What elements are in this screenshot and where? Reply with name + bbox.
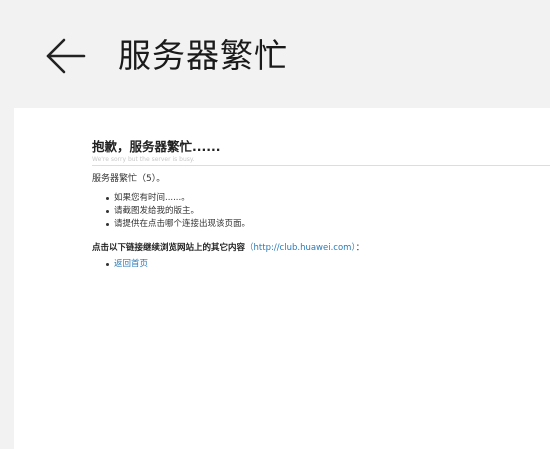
divider: [92, 165, 550, 166]
web-content: 抱歉，服务器繁忙...... We're sorry but the serve…: [14, 108, 550, 449]
arrow-left-icon: [46, 38, 86, 74]
error-content: 抱歉，服务器繁忙...... We're sorry but the serve…: [92, 138, 550, 271]
continue-text: 点击以下链接继续浏览网站上的其它内容: [92, 243, 246, 253]
tips-list: 如果您有时间......。 请截图发给我的版主。 请提供在点击哪个连接出现该页面…: [106, 192, 550, 231]
error-heading: 抱歉，服务器繁忙......: [92, 139, 221, 154]
error-subheading: We're sorry but the server is busy.: [92, 156, 195, 163]
links-list: 返回首页: [106, 258, 550, 271]
home-link[interactable]: 返回首页: [114, 259, 148, 269]
page-title: 服务器繁忙: [118, 36, 288, 75]
back-button[interactable]: [44, 34, 88, 78]
continue-suffix: ：: [355, 243, 365, 253]
site-url-link[interactable]: （http://club.huawei.com）: [245, 243, 356, 253]
error-message: 服务器繁忙（5）。: [92, 174, 166, 184]
list-item: 返回首页: [106, 258, 550, 271]
list-item: 请提供在点击哪个连接出现该页面。: [106, 218, 550, 231]
list-item: 如果您有时间......。: [106, 192, 550, 205]
list-item: 请截图发给我的版主。: [106, 205, 550, 218]
app-bar: 服务器繁忙: [0, 0, 550, 108]
continue-instructions: 点击以下链接继续浏览网站上的其它内容（http://club.huawei.co…: [92, 242, 550, 255]
